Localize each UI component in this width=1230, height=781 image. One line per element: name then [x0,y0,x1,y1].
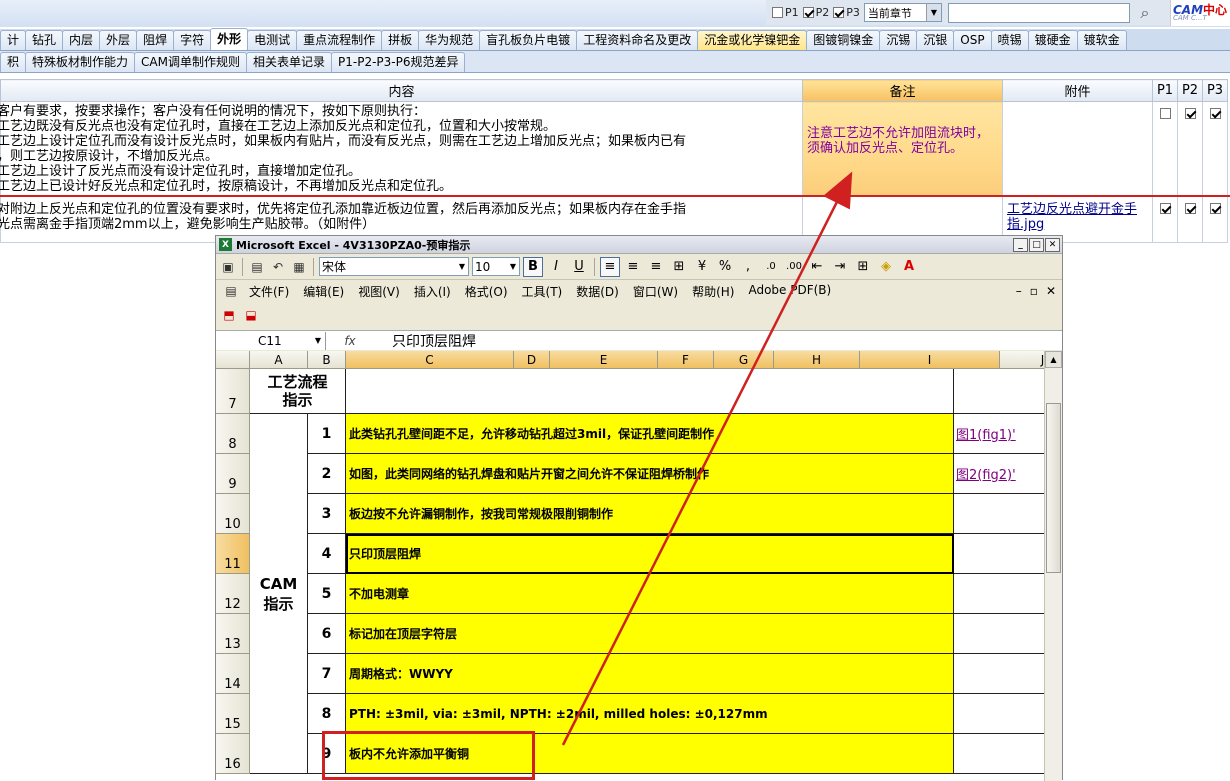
annotation-arrow [561,171,853,746]
